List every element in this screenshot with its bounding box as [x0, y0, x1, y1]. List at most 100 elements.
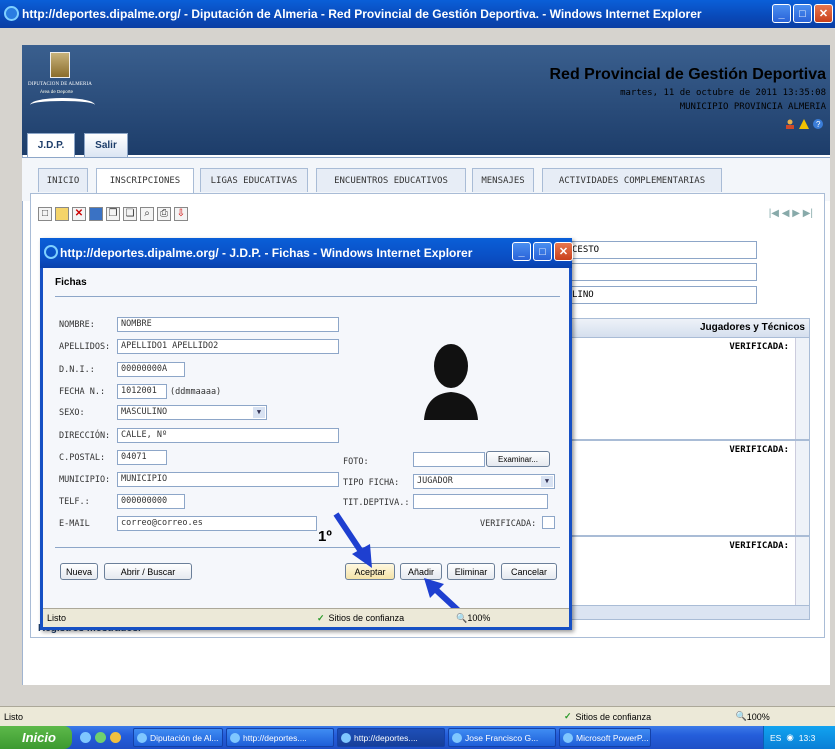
cpostal-label: C.POSTAL:: [59, 453, 106, 463]
toolbar: □ ✕ ❐ ❏ ⌕ ⎙ ⇩: [38, 205, 188, 223]
verificada-label: VERIFICADA:: [729, 342, 789, 352]
copy-icon[interactable]: ❐: [106, 207, 120, 221]
popup-zoom[interactable]: 100%: [467, 613, 490, 623]
arrow-annotation-1: [333, 512, 372, 568]
fecha-input[interactable]: 1012001: [117, 384, 167, 399]
tab-actividades-complementarias[interactable]: ACTIVIDADES COMPLEMENTARIAS: [542, 168, 722, 192]
logo-swoosh: [30, 98, 95, 112]
apellidos-label: APELLIDOS:: [59, 342, 111, 352]
fecha-hint: (ddmmaaaa): [170, 387, 222, 397]
task-diputacion[interactable]: Diputación de Al...: [133, 728, 223, 747]
tab-mensajes[interactable]: MENSAJES: [472, 168, 534, 192]
task-jose-francisco[interactable]: Jose Francisco G...: [448, 728, 556, 747]
field-sexo-equipo[interactable]: LINO: [567, 286, 757, 304]
popup-maximize-button[interactable]: □: [533, 242, 552, 261]
scrollbar[interactable]: [795, 441, 809, 535]
chevron-down-icon: ▼: [253, 407, 265, 418]
desktop-icon[interactable]: [95, 732, 106, 743]
verificada-label: VERIFICADA:: [729, 445, 789, 455]
header-date: martes, 11 de octubre de 2011 13:35:08: [620, 88, 826, 98]
tab-ligas-educativas[interactable]: LIGAS EDUCATIVAS: [200, 168, 308, 192]
task-powerpoint[interactable]: Microsoft PowerP...: [559, 728, 651, 747]
start-button[interactable]: Inicio: [0, 726, 72, 749]
ie-icon[interactable]: [80, 732, 91, 743]
task-deportes-1[interactable]: http://deportes....: [226, 728, 334, 747]
tab-encuentros-educativos[interactable]: ENCUENTROS EDUCATIVOS: [316, 168, 466, 192]
save-icon[interactable]: [89, 207, 103, 221]
pdf-icon[interactable]: ⇩: [174, 207, 188, 221]
checkmark-icon: ✓: [564, 711, 572, 721]
players-list-2: VERIFICADA:: [567, 440, 810, 536]
search-icon[interactable]: ⌕: [140, 207, 154, 221]
scrollbar[interactable]: [795, 338, 809, 439]
help-icon[interactable]: ?: [813, 119, 823, 129]
media-icon[interactable]: [110, 732, 121, 743]
direccion-label: DIRECCIÓN:: [59, 431, 111, 441]
sexo-label: SEXO:: [59, 408, 85, 418]
crest-logo: [50, 52, 70, 78]
warning-icon[interactable]: [799, 119, 809, 129]
print-icon[interactable]: ⎙: [157, 207, 171, 221]
divider: [55, 547, 560, 548]
delete-icon[interactable]: ✕: [72, 207, 86, 221]
maximize-button[interactable]: □: [793, 4, 812, 23]
popup-status-text: Listo: [47, 613, 67, 623]
close-button[interactable]: ✕: [814, 4, 833, 23]
status-text: Listo: [4, 711, 24, 722]
verificada-checkbox[interactable]: [542, 516, 555, 529]
examinar-button[interactable]: Examinar...: [486, 451, 550, 467]
players-list-1: VERIFICADA:: [567, 338, 810, 440]
task-deportes-2[interactable]: http://deportes....: [337, 728, 445, 747]
network-icon[interactable]: ◉: [786, 732, 793, 743]
horizontal-scrollbar[interactable]: [567, 605, 810, 620]
user-icon[interactable]: [785, 119, 795, 129]
paste-icon[interactable]: ❏: [123, 207, 137, 221]
apellidos-input[interactable]: APELLIDO1 APELLIDO2: [117, 339, 339, 354]
cpostal-input[interactable]: 04071: [117, 450, 167, 465]
email-input[interactable]: correo@correo.es: [117, 516, 317, 531]
abrir-buscar-button[interactable]: Abrir / Buscar: [104, 563, 192, 580]
nueva-button[interactable]: Nueva: [60, 563, 98, 580]
window-title: http://deportes.dipalme.org/ - Diputació…: [22, 7, 702, 21]
popup-close-button[interactable]: ✕: [554, 242, 573, 261]
svg-text:?: ?: [816, 120, 821, 129]
open-folder-icon[interactable]: [55, 207, 69, 221]
record-pager[interactable]: |◀ ◀ ▶ ▶|: [769, 208, 813, 219]
tipo-ficha-select[interactable]: JUGADOR ▼: [413, 474, 555, 489]
popup-titlebar: http://deportes.dipalme.org/ - J.D.P. - …: [40, 238, 572, 268]
sexo-select[interactable]: MASCULINO ▼: [117, 405, 267, 420]
checkmark-icon: ✓: [317, 612, 325, 623]
telf-label: TELF.:: [59, 497, 90, 507]
field-deporte[interactable]: CESTO: [567, 241, 757, 259]
tab-inscripciones[interactable]: INSCRIPCIONES: [96, 168, 194, 193]
foto-input[interactable]: [413, 452, 485, 467]
zoom-icon: 🔍: [735, 711, 747, 721]
status-zoom[interactable]: 100%: [747, 712, 770, 722]
dni-input[interactable]: 00000000A: [117, 362, 185, 377]
window-titlebar: http://deportes.dipalme.org/ - Diputació…: [0, 0, 835, 28]
language-indicator[interactable]: ES: [770, 733, 781, 743]
telf-input[interactable]: 000000000: [117, 494, 185, 509]
direccion-input[interactable]: CALLE, Nº: [117, 428, 339, 443]
minimize-button[interactable]: _: [772, 4, 791, 23]
cancelar-button[interactable]: Cancelar: [501, 563, 557, 580]
statusbar: Listo ✓ Sitios de confianza 🔍 100%: [0, 706, 835, 726]
tab-inicio[interactable]: INICIO: [38, 168, 88, 192]
logo-subtext: Área de Deporte: [40, 89, 74, 94]
system-tray: ES ◉ 13:3: [763, 726, 835, 749]
chevron-down-icon: ▼: [541, 476, 553, 487]
field-categoria[interactable]: [567, 263, 757, 281]
nombre-input[interactable]: NOMBRE: [117, 317, 339, 332]
email-label: E-MAIL: [59, 519, 90, 529]
clock[interactable]: 13:3: [799, 733, 816, 743]
header-municipio: MUNICIPIO PROVINCIA ALMERIA: [679, 102, 826, 112]
popup-minimize-button[interactable]: _: [512, 242, 531, 261]
tit-deptiva-input[interactable]: [413, 494, 548, 509]
jugadores-header: Jugadores y Técnicos: [567, 318, 810, 338]
municipio-input[interactable]: MUNICIPIO: [117, 472, 339, 487]
tab-salir[interactable]: Salir: [84, 133, 128, 157]
municipio-label: MUNICIPIO:: [59, 475, 111, 485]
tab-jdp[interactable]: J.D.P.: [27, 133, 75, 157]
new-doc-icon[interactable]: □: [38, 207, 52, 221]
foto-label: FOTO:: [343, 457, 369, 467]
